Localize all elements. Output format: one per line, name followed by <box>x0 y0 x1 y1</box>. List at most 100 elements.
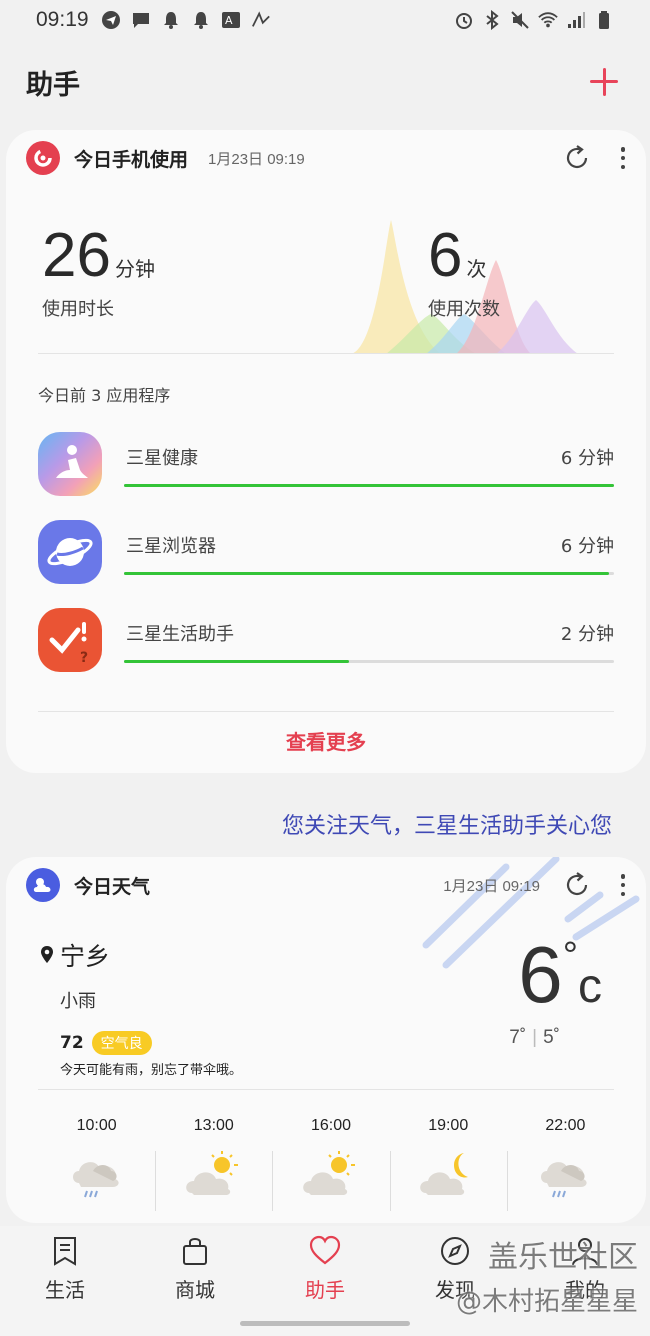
temperature-unit: c <box>578 960 602 1013</box>
cloudy-night-icon <box>420 1153 469 1195</box>
refresh-icon[interactable] <box>562 143 592 173</box>
usage-bar <box>124 484 614 487</box>
samsung-life-assistant-icon: ? <box>38 608 102 672</box>
watermark-author: @木村拓星星星 <box>455 1287 638 1317</box>
duration-stat: 26 分钟 使用时长 <box>42 220 155 321</box>
more-options-icon[interactable] <box>620 874 626 896</box>
watermark: 盖乐世社区 @木村拓星星星 <box>456 1234 638 1324</box>
app-usage-time: 2 分钟 <box>560 624 614 645</box>
more-options-icon[interactable] <box>620 147 626 169</box>
rain-cloud-icon <box>541 1162 588 1198</box>
divider <box>38 353 614 354</box>
usage-logo-icon <box>26 141 60 175</box>
app-usage-time: 6 分钟 <box>560 536 614 557</box>
add-button[interactable] <box>584 62 624 102</box>
nav-assistant[interactable]: 助手 <box>260 1226 390 1336</box>
top-apps-label: 今日前 3 应用程序 <box>38 386 171 405</box>
status-bar: 09:19 A <box>0 0 650 40</box>
signature-icon <box>251 10 271 30</box>
aqi-value: 72 <box>60 1033 84 1053</box>
location-name: 宁乡 <box>60 942 111 971</box>
app-usage-time: 6 分钟 <box>560 448 614 469</box>
weather-logo-icon <box>26 868 60 902</box>
count-label: 使用次数 <box>428 299 500 320</box>
location-pin-icon <box>41 946 53 963</box>
home-indicator[interactable] <box>240 1321 410 1326</box>
hourly-item: 13:00 <box>155 1117 272 1211</box>
shopping-bag-icon <box>183 1238 207 1265</box>
high-temp: 7˚ <box>509 1027 527 1048</box>
location[interactable]: 宁乡 <box>40 937 110 973</box>
nav-label: 商城 <box>175 1278 215 1302</box>
card-date: 1月23日 09:19 <box>208 150 305 168</box>
partly-sunny-icon <box>186 1151 238 1195</box>
nav-life[interactable]: 生活 <box>0 1226 130 1336</box>
app-name: 三星健康 <box>126 448 198 469</box>
rain-cloud-icon <box>72 1162 119 1198</box>
usage-bar-fill <box>124 484 614 487</box>
weather-tip: 今天可能有雨，别忘了带伞哦。 <box>60 1063 243 1078</box>
hour-time: 19:00 <box>428 1117 469 1134</box>
count-value: 6 <box>428 221 463 290</box>
alarm-icon <box>454 10 474 30</box>
divider <box>38 1089 614 1090</box>
low-temp: 5˚ <box>543 1027 560 1048</box>
nav-mall[interactable]: 商城 <box>130 1226 260 1336</box>
samsung-browser-icon <box>38 520 102 584</box>
hour-time: 16:00 <box>310 1117 352 1134</box>
telegram-icon <box>101 10 121 30</box>
app-name: 三星生活助手 <box>126 624 234 645</box>
card-date: 1月23日 09:19 <box>443 877 540 895</box>
status-time: 09:19 <box>36 8 89 31</box>
app-name: 三星浏览器 <box>126 536 216 557</box>
hour-time: 13:00 <box>193 1117 234 1134</box>
phone-usage-card[interactable]: 今日手机使用 1月23日 09:19 26 分钟 使用时长 6次 使用次数 今日前… <box>6 130 646 773</box>
card-header: 今日天气 1月23日 09:19 <box>6 857 646 913</box>
card-header: 今日手机使用 1月23日 09:19 <box>6 130 646 186</box>
weather-promo-text[interactable]: 您关注天气，三星生活助手关心您 <box>282 808 612 840</box>
heart-icon <box>309 1235 341 1265</box>
hourly-item: 19:00 <box>389 1117 507 1211</box>
refresh-icon[interactable] <box>562 870 592 900</box>
app-row-samsung-life-assistant[interactable]: ? 三星生活助手 2 分钟 <box>38 608 614 678</box>
duration-value: 26 <box>42 221 111 290</box>
current-temperature: 6 ° c <box>518 935 602 1015</box>
svg-text:A: A <box>225 14 233 27</box>
weather-card[interactable]: 今日天气 1月23日 09:19 宁乡 小雨 72 空气良 今天可能有雨，别忘了… <box>6 857 646 1223</box>
bluetooth-icon <box>482 10 502 30</box>
battery-icon <box>594 10 614 30</box>
divider <box>38 711 614 712</box>
wifi-icon <box>538 10 558 30</box>
app-header: 助手 <box>0 50 650 114</box>
message-icon <box>131 10 151 30</box>
air-quality: 72 空气良 <box>60 1031 152 1055</box>
temperature-value: 6 <box>518 930 563 1019</box>
hourly-forecast: 10:00 13:00 16:00 19:00 22:00 <box>38 1117 624 1211</box>
hourly-item: 16:00 <box>272 1117 389 1211</box>
page-title: 助手 <box>26 69 80 101</box>
aqi-badge: 空气良 <box>91 1031 152 1055</box>
bell-icon <box>191 10 211 30</box>
bell-icon <box>161 10 181 30</box>
card-title: 今日天气 <box>74 875 151 898</box>
temperature-range: 7˚ | 5˚ <box>509 1027 560 1048</box>
partly-sunny-icon <box>303 1151 355 1195</box>
hourly-item: 22:00 <box>506 1117 624 1211</box>
count-stat: 6次 使用次数 <box>428 220 500 321</box>
duration-label: 使用时长 <box>42 299 114 320</box>
app-row-samsung-health[interactable]: 三星健康 6 分钟 <box>38 432 614 502</box>
mute-icon <box>510 10 530 30</box>
usage-bar <box>124 660 614 663</box>
usage-bar <box>124 572 614 575</box>
degree-symbol: ° <box>562 935 578 977</box>
bookmark-icon <box>54 1237 76 1266</box>
count-unit: 次 <box>466 257 487 281</box>
svg-text:?: ? <box>80 650 88 666</box>
hourly-item: 10:00 <box>38 1117 155 1201</box>
app-row-samsung-browser[interactable]: 三星浏览器 6 分钟 <box>38 520 614 590</box>
signal-icon <box>566 10 586 30</box>
see-more-button[interactable]: 查看更多 <box>6 726 646 755</box>
translate-icon: A <box>221 10 241 30</box>
samsung-health-icon <box>38 432 102 496</box>
card-title: 今日手机使用 <box>74 148 189 171</box>
